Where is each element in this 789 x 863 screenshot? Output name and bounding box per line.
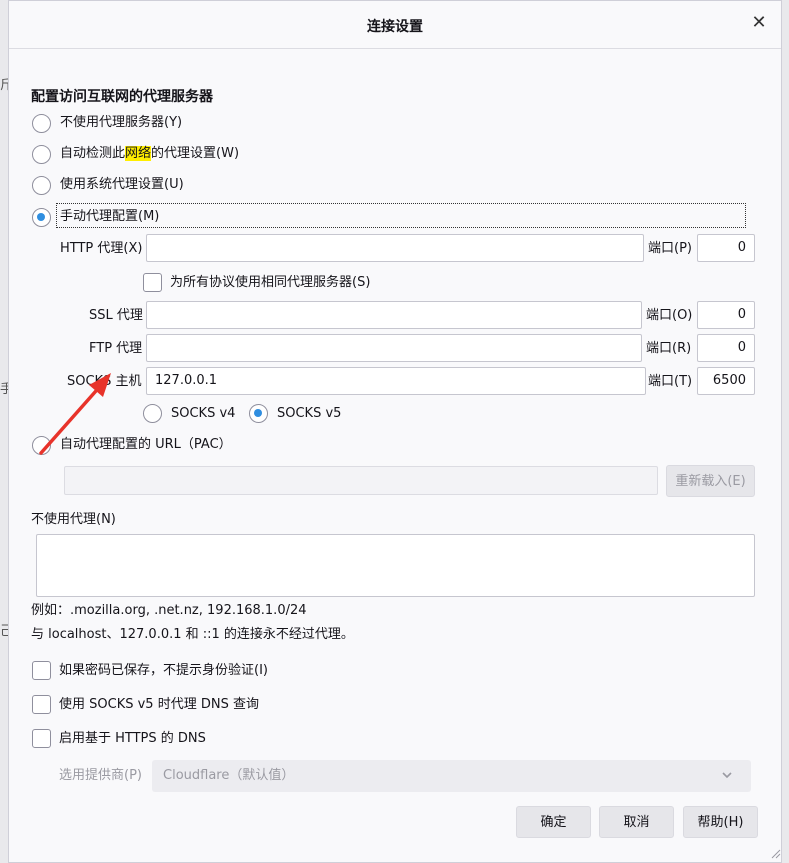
http-port-input[interactable]: 0 <box>697 234 755 262</box>
socks-v4-label: SOCKS v4 <box>171 406 236 421</box>
ssl-port-input[interactable]: 0 <box>697 301 755 329</box>
radio-auto-detect-label: 自动检测此网络的代理设置(W) <box>60 146 240 161</box>
focus-ring <box>56 203 746 228</box>
search-highlight: 网络 <box>125 146 152 161</box>
ftp-port-label: 端口(R) <box>646 341 692 356</box>
ftp-port-input[interactable]: 0 <box>697 334 755 362</box>
resize-grip-icon[interactable] <box>769 847 781 859</box>
ok-button[interactable]: 确定 <box>516 806 591 838</box>
no-proxy-example: 例如：.mozilla.org, .net.nz, 192.168.1.0/24 <box>31 603 307 618</box>
ftp-proxy-label: FTP 代理 <box>89 341 143 356</box>
no-proxy-textarea[interactable] <box>36 534 755 597</box>
dialog-title: 连接设置 <box>367 19 423 35</box>
cancel-button[interactable]: 取消 <box>599 806 674 838</box>
title-bar: 连接设置 ✕ <box>9 1 781 49</box>
radio-socks-v5[interactable] <box>249 404 268 423</box>
radio-system-proxy-label: 使用系统代理设置(U) <box>60 177 184 192</box>
socks-host-input[interactable]: 127.0.0.1 <box>146 367 646 395</box>
ssl-proxy-label: SSL 代理 <box>89 308 143 323</box>
proxy-section-title: 配置访问互联网的代理服务器 <box>31 89 213 105</box>
http-proxy-label: HTTP 代理(X) <box>60 241 143 256</box>
pac-url-input[interactable] <box>64 466 658 495</box>
radio-auto-detect[interactable] <box>32 145 51 164</box>
no-auth-prompt-label: 如果密码已保存，不提示身份验证(I) <box>59 663 268 678</box>
ssl-proxy-input[interactable] <box>146 301 642 329</box>
same-proxy-checkbox[interactable] <box>143 273 162 292</box>
close-icon[interactable]: ✕ <box>749 13 769 33</box>
radio-manual-proxy[interactable] <box>32 208 51 227</box>
doh-label: 启用基于 HTTPS 的 DNS <box>59 731 206 746</box>
radio-socks-v4[interactable] <box>143 404 162 423</box>
ssl-port-label: 端口(O) <box>646 308 693 323</box>
radio-system-proxy[interactable] <box>32 176 51 195</box>
connection-settings-dialog: 连接设置 ✕ 配置访问互联网的代理服务器 不使用代理服务器(Y) 自动检测此网络… <box>8 0 782 863</box>
socks-port-input[interactable]: 6500 <box>697 367 755 395</box>
radio-no-proxy[interactable] <box>32 114 51 133</box>
no-proxy-note: 与 localhost、127.0.0.1 和 ::1 的连接永不经过代理。 <box>31 627 354 642</box>
http-port-label: 端口(P) <box>648 241 692 256</box>
annotation-arrow-icon <box>39 373 111 455</box>
same-proxy-label: 为所有协议使用相同代理服务器(S) <box>170 275 371 290</box>
no-auth-prompt-checkbox[interactable] <box>32 661 51 680</box>
no-proxy-label: 不使用代理(N) <box>31 512 116 527</box>
provider-label: 选用提供商(P) <box>59 768 142 783</box>
provider-select-value: Cloudflare（默认值） <box>163 768 295 783</box>
socks-dns-label: 使用 SOCKS v5 时代理 DNS 查询 <box>59 697 259 712</box>
chevron-down-icon <box>721 760 733 804</box>
radio-no-proxy-label: 不使用代理服务器(Y) <box>60 115 183 130</box>
socks-v5-label: SOCKS v5 <box>277 406 342 421</box>
provider-select[interactable]: Cloudflare（默认值） <box>152 760 751 792</box>
reload-button[interactable]: 重新载入(E) <box>666 465 755 497</box>
ftp-proxy-input[interactable] <box>146 334 642 362</box>
help-button[interactable]: 帮助(H) <box>683 806 758 838</box>
radio-manual-proxy-label: 手动代理配置(M) <box>60 209 160 224</box>
socks-port-label: 端口(T) <box>648 374 693 389</box>
http-proxy-input[interactable] <box>146 234 644 262</box>
socks-dns-checkbox[interactable] <box>32 695 51 714</box>
doh-checkbox[interactable] <box>32 729 51 748</box>
